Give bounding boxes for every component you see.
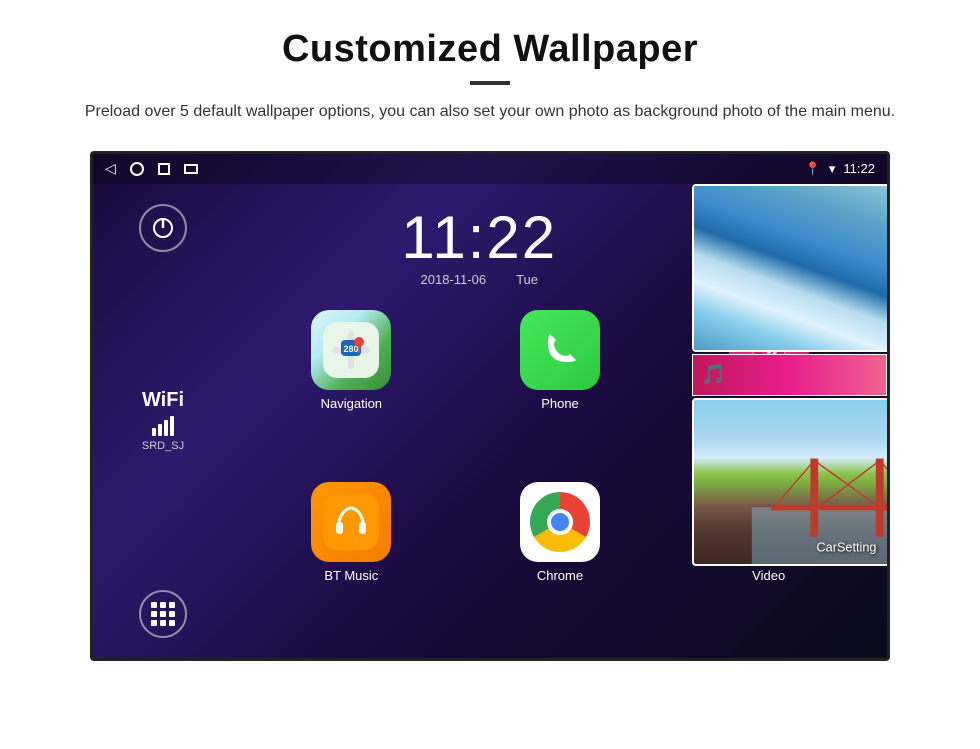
wifi-section: WiFi SRD_SJ — [142, 389, 184, 452]
power-button[interactable] — [139, 204, 187, 252]
status-time: 11:22 — [843, 161, 875, 176]
status-bar-left: ◁ — [105, 160, 198, 177]
header-divider — [470, 81, 510, 85]
bridge-svg: CarSetting — [694, 400, 887, 564]
grid-icon — [151, 602, 175, 626]
btmusic-svg: ʙ — [323, 494, 379, 550]
navigation-icon: 280 — [311, 310, 391, 390]
navigation-label: Navigation — [321, 396, 382, 411]
app-item-btmusic[interactable]: ʙ BT Music — [253, 482, 450, 642]
svg-text:ʙ: ʙ — [348, 517, 357, 533]
location-icon: 📍 — [805, 161, 821, 177]
phone-label: Phone — [541, 396, 579, 411]
svg-text:CarSetting: CarSetting — [817, 540, 877, 554]
wifi-ssid: SRD_SJ — [142, 440, 184, 452]
chrome-inner-circle — [547, 509, 573, 535]
android-screen: ◁ 📍 ▾ 11:22 — [90, 151, 890, 661]
nav-home-icon[interactable] — [130, 162, 144, 176]
page-header: Customized Wallpaper Preload over 5 defa… — [0, 0, 980, 143]
status-bar: ◁ 📍 ▾ 11:22 — [93, 154, 887, 184]
maps-svg: 280 — [323, 322, 379, 378]
status-bar-right: 📍 ▾ 11:22 — [805, 161, 875, 177]
clock-date-value: 2018-11-06 — [421, 272, 487, 287]
wifi-bars — [142, 416, 184, 436]
wallpaper-pink-strip[interactable]: 🎵 — [692, 354, 887, 396]
all-apps-button[interactable] — [139, 590, 187, 638]
left-sidebar: WiFi SRD_SJ — [93, 184, 233, 658]
power-icon — [151, 216, 175, 240]
signal-icon: ▾ — [829, 161, 836, 177]
chrome-label: Chrome — [537, 568, 583, 583]
wifi-label: WiFi — [142, 389, 184, 412]
clock-date: 2018-11-06 Tue — [263, 272, 696, 287]
nav-screenshot-icon[interactable] — [184, 164, 198, 174]
clock-display: 11:22 2018-11-06 Tue — [233, 203, 726, 287]
phone-icon — [520, 310, 600, 390]
app-item-navigation[interactable]: 280 Navigation — [253, 310, 450, 470]
chrome-outer-ring — [530, 492, 590, 552]
wallpaper-ice[interactable] — [692, 184, 887, 352]
phone-svg — [536, 326, 584, 374]
page-title: Customized Wallpaper — [80, 28, 900, 71]
app-item-chrome[interactable]: Chrome — [462, 482, 659, 642]
btmusic-icon: ʙ — [311, 482, 391, 562]
ice-wallpaper-visual — [694, 186, 887, 350]
wallpaper-panel: 🎵 — [692, 184, 887, 661]
app-item-phone[interactable]: Phone — [462, 310, 659, 470]
screenshot-wrapper: ◁ 📍 ▾ 11:22 — [0, 143, 980, 661]
header-description: Preload over 5 default wallpaper options… — [80, 99, 900, 125]
nav-recent-icon[interactable] — [158, 163, 170, 175]
wallpaper-bridge[interactable]: CarSetting — [692, 398, 887, 566]
nav-back-icon[interactable]: ◁ — [105, 160, 116, 177]
btmusic-label: BT Music — [324, 568, 378, 583]
clock-day-value: Tue — [516, 272, 538, 287]
chrome-icon — [520, 482, 600, 562]
clock-time: 11:22 — [263, 203, 696, 272]
